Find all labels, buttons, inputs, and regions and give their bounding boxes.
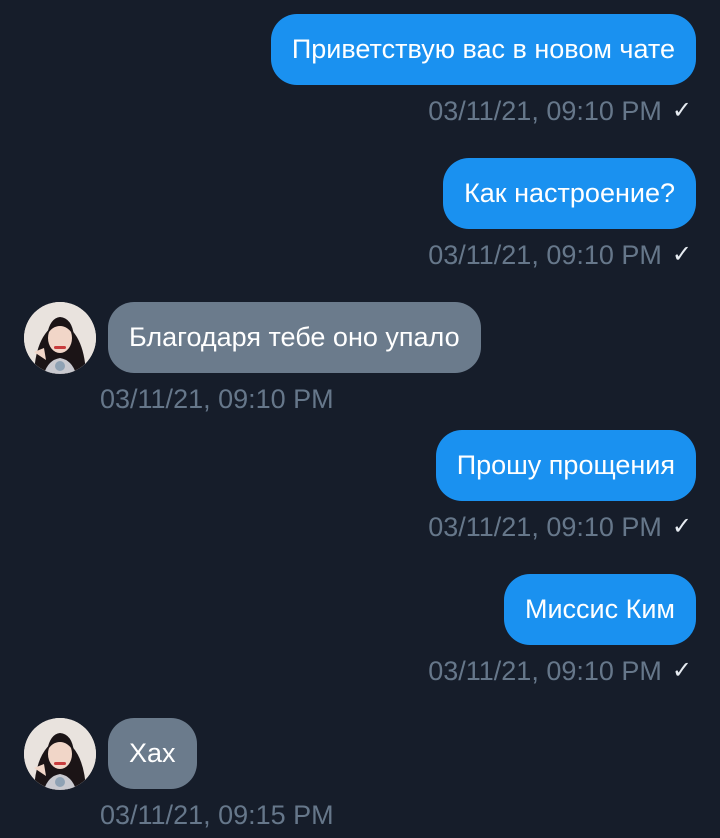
message-timestamp: 03/11/21, 09:10 PM (428, 512, 662, 542)
read-check-icon: ✓ (671, 241, 692, 268)
message-incoming: Благодаря тебе оно упало 03/11/21, 09:10… (0, 302, 720, 447)
message-meta: 03/11/21, 09:10 PM ✓ (428, 238, 692, 272)
message-bubble[interactable]: Миссис Ким (503, 574, 696, 645)
message-bubble[interactable]: Прошу прощения (435, 430, 696, 501)
avatar-portrait (24, 302, 96, 374)
chat-window: Приветствую вас в новом чате 03/11/21, 0… (0, 0, 720, 838)
message-timestamp: 03/11/21, 09:10 PM (428, 656, 662, 686)
message-outgoing: Миссис Ким 03/11/21, 09:10 PM ✓ (0, 574, 720, 719)
message-timestamp: 03/11/21, 09:15 PM (100, 800, 334, 830)
message-meta: 03/11/21, 09:10 PM ✓ (428, 510, 692, 544)
message-outgoing: Приветствую вас в новом чате 03/11/21, 0… (0, 14, 720, 159)
read-check-icon: ✓ (671, 513, 692, 540)
message-outgoing: Как настроение? 03/11/21, 09:10 PM ✓ (0, 158, 720, 303)
avatar-portrait (24, 718, 96, 790)
message-timestamp: 03/11/21, 09:10 PM (100, 384, 334, 414)
user-avatar-icon[interactable] (24, 718, 96, 790)
read-check-icon: ✓ (671, 97, 692, 124)
message-meta: 03/11/21, 09:15 PM (100, 798, 334, 832)
message-timestamp: 03/11/21, 09:10 PM (428, 96, 662, 126)
message-meta: 03/11/21, 09:10 PM ✓ (428, 654, 692, 688)
message-bubble[interactable]: Благодаря тебе оно упало (108, 302, 481, 373)
message-timestamp: 03/11/21, 09:10 PM (428, 240, 662, 270)
user-avatar-icon[interactable] (24, 302, 96, 374)
message-bubble[interactable]: Приветствую вас в новом чате (270, 14, 696, 85)
message-bubble[interactable]: Как настроение? (443, 158, 696, 229)
message-meta: 03/11/21, 09:10 PM ✓ (428, 94, 692, 128)
message-incoming: Хах 03/11/21, 09:15 PM (0, 718, 720, 838)
message-outgoing: Прошу прощения 03/11/21, 09:10 PM ✓ (0, 430, 720, 575)
message-bubble[interactable]: Хах (108, 718, 197, 789)
message-meta: 03/11/21, 09:10 PM (100, 382, 334, 416)
read-check-icon: ✓ (671, 657, 692, 684)
